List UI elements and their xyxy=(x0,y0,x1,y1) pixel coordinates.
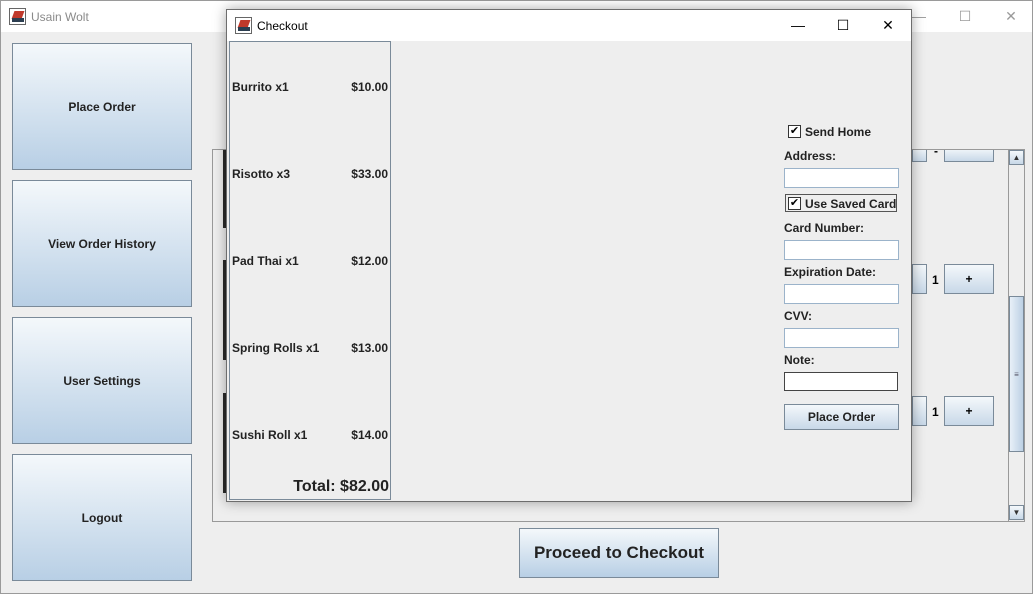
partial-button[interactable] xyxy=(912,150,927,162)
vertical-scrollbar[interactable]: ▲ ≡ ▼ xyxy=(1008,149,1025,522)
cvv-field[interactable] xyxy=(784,328,899,348)
order-item: Risotto x3 $33.00 xyxy=(230,164,390,184)
send-home-label: Send Home xyxy=(805,125,872,139)
place-order-nav-button[interactable]: Place Order xyxy=(12,43,192,170)
send-home-checkbox[interactable]: ✔ xyxy=(788,125,801,138)
address-field[interactable] xyxy=(784,168,899,188)
note-field[interactable] xyxy=(784,372,898,391)
close-icon[interactable]: ✕ xyxy=(988,1,1033,31)
order-items-panel: Burrito x1 $10.00 Risotto x3 $33.00 Pad … xyxy=(229,41,391,500)
quantity-value: 1 xyxy=(932,273,939,287)
user-settings-button[interactable]: User Settings xyxy=(12,317,192,444)
item-name: Sushi Roll x1 xyxy=(232,428,308,442)
item-price: $14.00 xyxy=(351,428,388,442)
card-number-field[interactable] xyxy=(784,240,899,260)
order-item: Pad Thai x1 $12.00 xyxy=(230,251,390,271)
item-price: $12.00 xyxy=(351,254,388,268)
quantity-value: 1 xyxy=(932,405,939,419)
item-price: $13.00 xyxy=(351,341,388,355)
proceed-to-checkout-button[interactable]: Proceed to Checkout xyxy=(519,528,719,578)
item-price: $10.00 xyxy=(351,80,388,94)
minus-button[interactable] xyxy=(912,396,927,426)
logout-button[interactable]: Logout xyxy=(12,454,192,581)
expiration-date-label: Expiration Date: xyxy=(784,265,877,279)
app-icon xyxy=(9,8,26,25)
expiration-date-field[interactable] xyxy=(784,284,899,304)
close-icon[interactable]: ✕ xyxy=(865,10,911,40)
card-number-label: Card Number: xyxy=(784,221,865,235)
plus-button[interactable]: + xyxy=(944,396,994,426)
checkout-title: Checkout xyxy=(257,19,308,33)
item-name: Burrito x1 xyxy=(232,80,289,94)
view-order-history-button[interactable]: View Order History xyxy=(12,180,192,307)
partial-label: - xyxy=(934,149,938,158)
checkout-dialog: Checkout — ☐ ✕ Burrito x1 $10.00 Risotto… xyxy=(226,9,912,502)
item-name: Spring Rolls x1 xyxy=(232,341,320,355)
item-name: Pad Thai x1 xyxy=(232,254,299,268)
maximize-icon[interactable]: ☐ xyxy=(820,10,866,40)
minus-button[interactable] xyxy=(912,264,927,294)
order-item: Spring Rolls x1 $13.00 xyxy=(230,338,390,358)
scroll-up-icon[interactable]: ▲ xyxy=(1009,150,1024,165)
note-label: Note: xyxy=(784,353,815,367)
minimize-icon[interactable]: — xyxy=(775,10,821,40)
place-order-button[interactable]: Place Order xyxy=(784,404,899,430)
order-item: Sushi Roll x1 $14.00 xyxy=(230,425,390,445)
scroll-thumb[interactable]: ≡ xyxy=(1009,296,1024,452)
use-saved-card-checkbox[interactable]: ✔ xyxy=(788,197,801,210)
address-label: Address: xyxy=(784,149,837,163)
plus-button[interactable]: + xyxy=(944,264,994,294)
cvv-label: CVV: xyxy=(784,309,813,323)
main-window-title: Usain Wolt xyxy=(31,10,89,24)
partial-button[interactable] xyxy=(944,150,994,162)
checkout-titlebar: Checkout — ☐ ✕ xyxy=(227,10,911,41)
use-saved-card-label: Use Saved Card xyxy=(805,197,897,211)
item-name: Risotto x3 xyxy=(232,167,291,181)
item-price: $33.00 xyxy=(351,167,388,181)
order-total: Total: $82.00 xyxy=(293,478,389,495)
scroll-down-icon[interactable]: ▼ xyxy=(1009,505,1024,520)
order-item: Burrito x1 $10.00 xyxy=(230,77,390,97)
app-icon xyxy=(235,17,252,34)
maximize-icon[interactable]: ☐ xyxy=(942,1,988,31)
